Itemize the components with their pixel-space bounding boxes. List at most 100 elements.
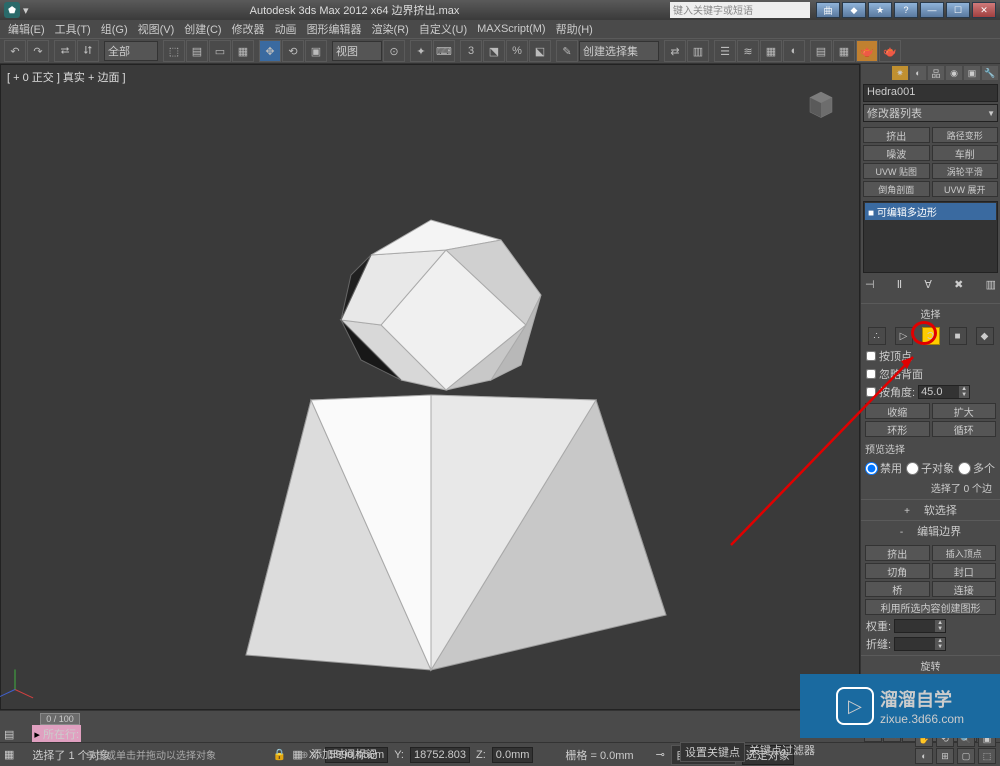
- rollout-softsel-header[interactable]: + 软选择: [861, 499, 1000, 520]
- named-sel-combo[interactable]: 创建选择集: [579, 41, 659, 61]
- menu-animation[interactable]: 动画: [271, 20, 301, 38]
- render-setup-button[interactable]: ▤: [810, 40, 832, 62]
- rollout-selection-header[interactable]: 选择: [861, 303, 1000, 323]
- z-field[interactable]: 0.0mm: [492, 747, 534, 763]
- mod-btn-unwrap[interactable]: UVW 展开: [932, 181, 999, 197]
- fov-button[interactable]: ◐: [915, 748, 933, 764]
- subobj-border-icon[interactable]: Ɔ: [922, 327, 940, 345]
- btn-shrink[interactable]: 收缩: [865, 403, 930, 419]
- key-icon[interactable]: ⊸: [656, 748, 665, 761]
- refcoord-combo[interactable]: 视图: [332, 41, 382, 61]
- menu-views[interactable]: 视图(V): [134, 20, 179, 38]
- icon-button[interactable]: ◆: [842, 2, 866, 18]
- menu-modifiers[interactable]: 修改器: [228, 20, 269, 38]
- tab-create-icon[interactable]: ✷: [892, 66, 908, 80]
- window-crossing-button[interactable]: ▦: [232, 40, 254, 62]
- help-icon[interactable]: ?: [894, 2, 918, 18]
- mod-btn-bevelprofile[interactable]: 倒角剖面: [863, 181, 930, 197]
- maximize-button[interactable]: ☐: [946, 2, 970, 18]
- btn-chamfer[interactable]: 切角: [865, 563, 930, 579]
- mirror-button[interactable]: ⇄: [664, 40, 686, 62]
- percent-snap-button[interactable]: %: [506, 40, 528, 62]
- help-search-input[interactable]: 键入关键字或短语: [670, 2, 810, 18]
- mod-btn-extrude[interactable]: 挤出: [863, 127, 930, 143]
- mod-btn-noise[interactable]: 噪波: [863, 145, 930, 161]
- lock-icon[interactable]: 🔒: [273, 748, 287, 761]
- rotate-button[interactable]: ⟲: [282, 40, 304, 62]
- mod-btn-turbosmooth[interactable]: 涡轮平滑: [932, 163, 999, 179]
- menu-tools[interactable]: 工具(T): [51, 20, 95, 38]
- render-button[interactable]: 🫖: [856, 40, 878, 62]
- show-end-result-icon[interactable]: Ⅱ: [897, 278, 902, 291]
- chk-by-angle[interactable]: [866, 387, 876, 397]
- minimize-button[interactable]: —: [920, 2, 944, 18]
- modifier-stack[interactable]: ■ 可编辑多边形: [863, 201, 998, 273]
- menu-customize[interactable]: 自定义(U): [415, 20, 471, 38]
- subobj-polygon-icon[interactable]: ■: [949, 327, 967, 345]
- tab-hierarchy-icon[interactable]: 品: [928, 66, 944, 80]
- btn-cap[interactable]: 封口: [932, 563, 997, 579]
- btn-extrude[interactable]: 挤出: [865, 545, 930, 561]
- tab-motion-icon[interactable]: ◉: [946, 66, 962, 80]
- star-button[interactable]: ★: [868, 2, 892, 18]
- spinner-snap-button[interactable]: ⬕: [529, 40, 551, 62]
- menu-help[interactable]: 帮助(H): [552, 20, 597, 38]
- render-prod-button[interactable]: 🫖: [879, 40, 901, 62]
- help-button[interactable]: 曲: [816, 2, 840, 18]
- angle-snap-button[interactable]: ⬔: [483, 40, 505, 62]
- setkey-button[interactable]: 设置关键点: [680, 742, 745, 762]
- center-button[interactable]: ⊙: [383, 40, 405, 62]
- menu-edit[interactable]: 编辑(E): [4, 20, 49, 38]
- mod-btn-uvwmap[interactable]: UVW 贴图: [863, 163, 930, 179]
- snap-button[interactable]: 3: [460, 40, 482, 62]
- object-name-field[interactable]: Hedra001: [863, 84, 998, 102]
- stack-editable-poly[interactable]: ■ 可编辑多边形: [865, 203, 996, 220]
- mod-btn-lathe[interactable]: 车削: [932, 145, 999, 161]
- radio-disable[interactable]: [865, 462, 878, 475]
- scale-button[interactable]: ▣: [305, 40, 327, 62]
- rollout-editborder-header[interactable]: - 编辑边界: [861, 520, 1000, 541]
- configure-sets-icon[interactable]: ▥: [986, 278, 996, 291]
- btn-connect[interactable]: 连接: [932, 581, 997, 597]
- viewcube[interactable]: [803, 85, 839, 121]
- subobj-element-icon[interactable]: ◆: [976, 327, 994, 345]
- tab-utilities-icon[interactable]: 🔧: [982, 66, 998, 80]
- walk-button[interactable]: ⬚: [978, 748, 996, 764]
- unlink-button[interactable]: ⮃: [77, 40, 99, 62]
- btn-create-shape[interactable]: 利用所选内容创建图形: [865, 599, 996, 615]
- menu-maxscript[interactable]: MAXScript(M): [473, 22, 549, 36]
- time-slider[interactable]: 0 / 100: [0, 710, 860, 726]
- mini-listener-icon[interactable]: ▤: [4, 728, 14, 741]
- link-button[interactable]: ⮂: [54, 40, 76, 62]
- keyboard-toggle[interactable]: ⌨: [433, 40, 455, 62]
- weight-spinner[interactable]: ▲▼: [894, 619, 946, 633]
- close-button[interactable]: ✕: [972, 2, 996, 18]
- zoom-all-button[interactable]: ⊞: [936, 748, 954, 764]
- subobj-edge-icon[interactable]: ▷: [895, 327, 913, 345]
- modifier-list-combo[interactable]: 修改器列表: [863, 104, 998, 122]
- undo-button[interactable]: ↶: [4, 40, 26, 62]
- menu-rendering[interactable]: 渲染(R): [368, 20, 413, 38]
- y-field[interactable]: 18752.803: [410, 747, 470, 763]
- select-button[interactable]: ⬚: [163, 40, 185, 62]
- select-region-button[interactable]: ▭: [209, 40, 231, 62]
- radio-subobj[interactable]: [906, 462, 919, 475]
- subobj-vertex-icon[interactable]: ∴: [868, 327, 886, 345]
- tab-modify-icon[interactable]: ◐: [910, 66, 926, 80]
- move-button[interactable]: ✥: [259, 40, 281, 62]
- btn-loop[interactable]: 循环: [932, 421, 997, 437]
- btn-grow[interactable]: 扩大: [932, 403, 997, 419]
- schematic-button[interactable]: ▦: [760, 40, 782, 62]
- maximize-vp-button[interactable]: ▢: [957, 748, 975, 764]
- align-button[interactable]: ▥: [687, 40, 709, 62]
- time-tag-icon[interactable]: ⊕ 添加时间标记: [300, 746, 377, 762]
- mod-btn-pathdeform[interactable]: 路径变形: [932, 127, 999, 143]
- material-editor-button[interactable]: ◐: [783, 40, 805, 62]
- menu-grapheditors[interactable]: 图形编辑器: [303, 20, 366, 38]
- manipulate-button[interactable]: ✦: [410, 40, 432, 62]
- named-sel-button[interactable]: ✎: [556, 40, 578, 62]
- remove-mod-icon[interactable]: ✖: [954, 278, 963, 291]
- crease-spinner[interactable]: ▲▼: [894, 637, 946, 651]
- layers-button[interactable]: ☰: [714, 40, 736, 62]
- radio-multi[interactable]: [958, 462, 971, 475]
